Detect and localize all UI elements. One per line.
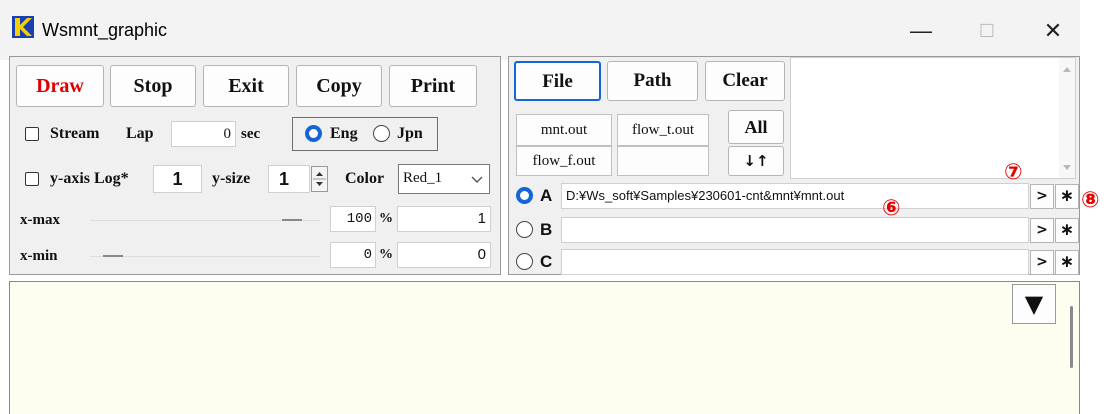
x-max-label: x-max [20, 212, 60, 228]
eng-radio[interactable] [305, 125, 322, 142]
slot-b-path-input[interactable] [561, 217, 1029, 243]
file-list-scrollbar[interactable] [1059, 58, 1075, 178]
minimize-button[interactable]: — [898, 14, 944, 48]
x-max-slider-thumb[interactable] [282, 219, 302, 221]
slot-b-star-button[interactable]: ∗ [1055, 218, 1079, 243]
output-scroll-down-button[interactable]: ▼ [1012, 284, 1056, 324]
jpn-label: Jpn [397, 125, 423, 142]
file-button[interactable]: File [514, 61, 601, 101]
file-list-box[interactable] [790, 57, 1076, 179]
file-slot-empty[interactable] [617, 146, 709, 176]
x-min-slider[interactable] [90, 256, 320, 257]
slot-c-radio[interactable] [516, 253, 533, 270]
slot-a-label: A [540, 186, 553, 205]
y-axis-log-input[interactable]: 1 [153, 165, 202, 193]
x-min-percent-input[interactable]: 0 [330, 242, 376, 268]
output-area[interactable] [9, 281, 1080, 414]
file-slot-mnt-out[interactable]: mnt.out [516, 114, 612, 146]
file-slot-flow-f-out[interactable]: flow_f.out [516, 146, 612, 176]
callout-eight: ⑧ [1081, 188, 1100, 213]
all-button[interactable]: All [728, 110, 784, 144]
scroll-up-icon[interactable] [1061, 64, 1073, 74]
slot-c-path-input[interactable] [561, 249, 1029, 275]
x-max-percent-unit: % [379, 211, 393, 226]
app-logo-icon [12, 16, 34, 38]
slot-c-star-button[interactable]: ∗ [1055, 250, 1079, 275]
y-axis-log-label: y-axis Log* [50, 170, 129, 187]
print-button[interactable]: Print [389, 65, 477, 107]
lap-input[interactable]: 0 [171, 121, 236, 147]
exit-button[interactable]: Exit [203, 65, 289, 107]
chevron-down-icon [471, 176, 483, 183]
slot-a-next-button[interactable]: > [1030, 184, 1054, 209]
y-size-input[interactable]: 1 [268, 165, 310, 193]
jpn-radio[interactable] [373, 125, 390, 142]
x-max-percent-input[interactable]: 100 [330, 206, 376, 232]
slot-b-next-button[interactable]: > [1030, 218, 1054, 243]
close-button[interactable]: ✕ [1030, 14, 1076, 48]
eng-label: Eng [330, 125, 358, 142]
output-scrollbar-thumb[interactable] [1070, 306, 1073, 368]
stop-button[interactable]: Stop [110, 65, 196, 107]
x-min-value-input[interactable]: 0 [397, 242, 491, 268]
scroll-down-icon[interactable] [1061, 163, 1073, 173]
maximize-button[interactable]: ☐ [964, 14, 1010, 48]
clear-button[interactable]: Clear [705, 61, 785, 101]
color-select-value: Red_1 [403, 170, 443, 186]
slot-b-radio[interactable] [516, 221, 533, 238]
slot-a-star-button[interactable]: ∗ [1055, 184, 1079, 209]
lap-unit-label: sec [241, 126, 261, 142]
x-min-percent-unit: % [379, 247, 393, 262]
y-axis-log-checkbox[interactable] [25, 172, 39, 186]
callout-seven: ⑦ [1004, 160, 1023, 185]
lap-label: Lap [126, 125, 154, 142]
draw-button[interactable]: Draw [16, 65, 104, 107]
window-title: Wsmnt_graphic [42, 20, 168, 40]
y-size-spinner[interactable] [311, 166, 328, 192]
x-max-value-input[interactable]: 1 [397, 206, 491, 232]
slot-c-label: C [540, 252, 553, 271]
slot-b-label: B [540, 220, 553, 239]
x-min-slider-thumb[interactable] [103, 255, 123, 257]
callout-six: ⑥ [882, 196, 901, 221]
stream-label: Stream [50, 125, 100, 142]
sort-button[interactable]: ↓↑ [728, 146, 784, 176]
color-select[interactable]: Red_1 [398, 164, 490, 194]
slot-a-radio[interactable] [516, 187, 533, 204]
file-slot-flow-t-out[interactable]: flow_t.out [617, 114, 709, 146]
x-min-label: x-min [20, 248, 58, 264]
y-size-label: y-size [212, 170, 251, 187]
slot-a-path-input[interactable]: D:¥Ws_soft¥Samples¥230601-cnt&mnt¥mnt.ou… [561, 183, 1029, 209]
path-button[interactable]: Path [607, 61, 698, 101]
color-label: Color [345, 170, 385, 187]
stream-checkbox[interactable] [25, 127, 39, 141]
slot-c-next-button[interactable]: > [1030, 250, 1054, 275]
copy-button[interactable]: Copy [296, 65, 382, 107]
